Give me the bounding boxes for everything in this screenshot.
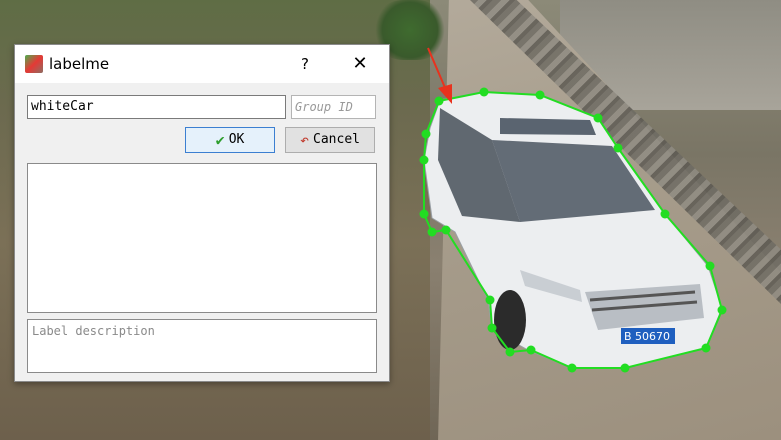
group-id-input[interactable]: Group ID	[291, 95, 376, 119]
polygon-vertex[interactable]	[441, 225, 451, 235]
close-button[interactable]: ✕	[345, 51, 375, 77]
white-car: B 50670	[423, 91, 723, 369]
cancel-button[interactable]: ↶ Cancel	[285, 127, 375, 153]
dialog-title: labelme	[49, 55, 110, 73]
license-plate-text: B 50670	[624, 330, 670, 343]
label-dialog: labelme ? ✕ whiteCar Group ID ✔ OK ↶ Can…	[14, 44, 390, 382]
polygon-vertex[interactable]	[535, 90, 545, 100]
polygon-vertex[interactable]	[567, 363, 577, 373]
polygon-vertex[interactable]	[717, 305, 727, 315]
cancel-button-label: Cancel	[313, 132, 360, 147]
label-list[interactable]	[27, 163, 377, 313]
polygon-vertex[interactable]	[705, 261, 715, 271]
polygon-vertex[interactable]	[505, 347, 515, 357]
undo-arrow-icon: ↶	[300, 131, 310, 149]
dialog-titlebar: labelme ? ✕	[15, 45, 389, 83]
help-button[interactable]: ?	[293, 53, 317, 75]
polygon-vertex[interactable]	[487, 323, 497, 333]
label-input[interactable]: whiteCar	[27, 95, 286, 119]
labelme-app-icon	[25, 55, 43, 73]
polygon-vertex[interactable]	[620, 363, 630, 373]
polygon-vertex[interactable]	[526, 345, 536, 355]
polygon-vertex[interactable]	[419, 155, 429, 165]
label-description-input[interactable]: Label description	[27, 319, 377, 373]
polygon-vertex[interactable]	[701, 343, 711, 353]
checkmark-icon: ✔	[215, 131, 225, 149]
polygon-vertex[interactable]	[479, 87, 489, 97]
polygon-vertex[interactable]	[485, 295, 495, 305]
polygon-vertex[interactable]	[613, 143, 623, 153]
ok-button-label: OK	[228, 132, 245, 147]
polygon-vertex[interactable]	[434, 96, 444, 106]
arrow-to-polygon	[427, 47, 452, 104]
ok-button[interactable]: ✔ OK	[185, 127, 275, 153]
polygon-vertex[interactable]	[421, 129, 431, 139]
polygon-vertex[interactable]	[593, 113, 603, 123]
polygon-vertex[interactable]	[660, 209, 670, 219]
polygon-vertex[interactable]	[427, 227, 437, 237]
polygon-vertex[interactable]	[419, 209, 429, 219]
